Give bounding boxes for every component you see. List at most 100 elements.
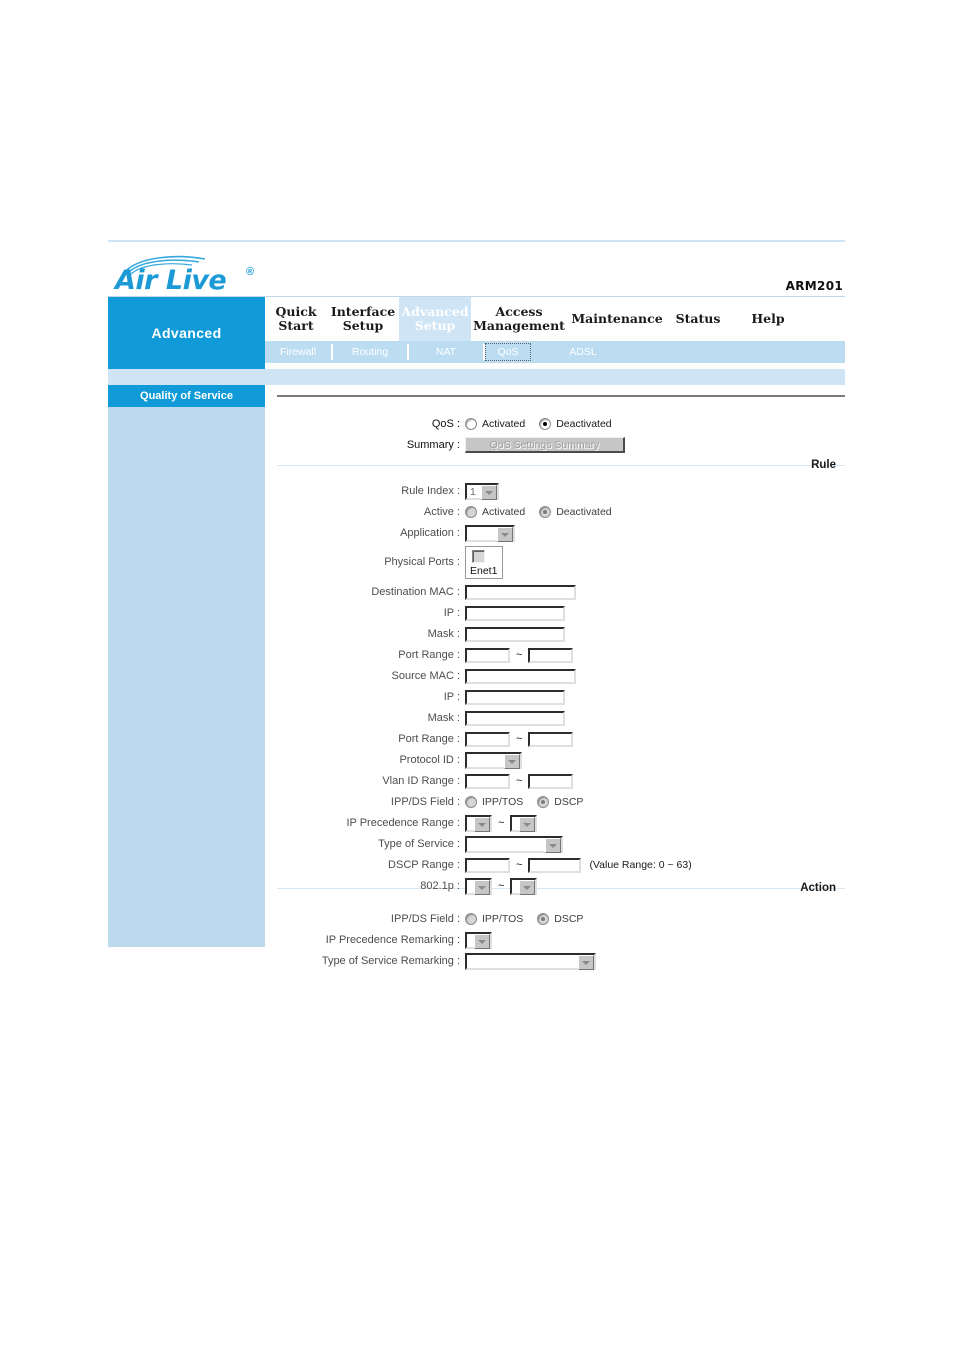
label-destination-mac: Destination MAC : [371,586,460,598]
label-physical-ports: Physical Ports : [384,556,460,568]
radio-qos-deactivated[interactable] [539,418,552,430]
row-rule-active: Active : Activated Deactivated [265,503,626,521]
source-ip-input[interactable] [465,689,565,705]
range-separator: ~ [516,775,523,787]
row-destination-mask: Mask : [265,625,565,643]
source-port-to-input[interactable] [528,731,574,747]
subtab-nat[interactable]: NAT [409,344,483,360]
tab-quick-start[interactable]: Quick Start [265,297,327,341]
subtab-routing[interactable]: Routing [333,344,407,360]
radio-action-ipptos[interactable] [465,913,477,925]
physical-ports-box: Enet1 [465,545,503,579]
ip-precedence-remarking-select[interactable] [465,931,492,949]
tab-maintenance[interactable]: Maintenance [567,297,667,341]
dscp-to-input[interactable] [528,857,582,873]
chevron-down-icon [519,816,536,832]
radio-active-activated[interactable] [465,506,477,518]
label-active: Active : [423,506,460,518]
tab-access-management[interactable]: Access Management [471,297,567,341]
label-application: Application : [400,527,460,539]
navigation-bar: Advanced Quick Start Interface Setup Adv… [108,297,845,385]
application-select[interactable] [465,524,515,542]
chevron-down-icon [474,933,490,949]
sidebar [108,385,265,947]
checkbox-enet1[interactable] [472,549,485,563]
label-source-mask: Mask : [427,712,460,724]
destination-port-from-input[interactable] [465,647,510,663]
radio-label-active-activated: Activated [482,506,526,518]
group-label-rule: Rule [811,459,836,471]
label-protocol-id: Protocol ID : [399,754,460,766]
group-label-action: Action [800,882,836,894]
radio-label-qos-activated: Activated [482,418,526,430]
p8021-from-select[interactable] [465,877,492,895]
source-mask-input[interactable] [465,710,565,726]
label-source-port-range: Port Range : [398,733,460,745]
chevron-down-icon [497,526,513,542]
type-of-service-remarking-value [467,955,594,956]
source-mac-input[interactable] [465,668,576,684]
radio-rule-dscp[interactable] [537,796,550,808]
row-physical-ports: Physical Ports : Enet1 [265,545,503,579]
subtab-adsl[interactable]: ADSL [553,344,613,360]
row-destination-mac: Destination MAC : [265,583,576,601]
tab-help[interactable]: Help [729,297,807,341]
sub-navigation: Firewall Routing NAT QoS ADSL [265,341,845,363]
subtab-qos[interactable]: QoS [485,343,531,361]
label-action-ippds-field: IPP/DS Field : [390,913,460,925]
range-separator: ~ [516,733,523,745]
label-destination-mask: Mask : [427,628,460,640]
range-separator: ~ [498,880,505,892]
row-rule-ippds-field: IPP/DS Field : IPP/TOS DSCP [265,793,597,811]
label-destination-port-range: Port Range : [398,649,460,661]
radio-active-deactivated[interactable] [539,506,552,518]
radio-label-active-deactivated: Deactivated [556,506,612,518]
type-of-service-select[interactable] [465,835,563,853]
radio-action-dscp[interactable] [537,913,550,925]
destination-ip-input[interactable] [465,605,565,621]
label-source-ip: IP : [443,691,460,703]
radio-rule-ipptos[interactable] [465,796,477,808]
radio-label-action-dscp: DSCP [554,913,584,925]
dscp-from-input[interactable] [465,857,510,873]
subtab-firewall[interactable]: Firewall [265,344,331,360]
radio-qos-activated[interactable] [465,418,477,430]
row-type-of-service-remarking: Type of Service Remarking : [265,952,596,970]
source-port-from-input[interactable] [465,731,510,747]
destination-mask-input[interactable] [465,626,565,642]
label-destination-ip: IP : [443,607,460,619]
qos-settings-summary-button[interactable]: QoS Settings Summary [465,437,625,453]
registered-mark-icon: ® [246,266,255,278]
tab-advanced-setup[interactable]: Advanced Setup [399,297,471,341]
protocol-id-select[interactable] [465,751,522,769]
ip-precedence-to-select[interactable] [510,814,538,832]
p8021-to-select[interactable] [510,877,538,895]
label-qos: QoS : [431,418,460,430]
tab-interface-setup[interactable]: Interface Setup [327,297,399,341]
page-body: Quality of Service Rule Action QoS : Act… [108,385,845,970]
ip-precedence-from-select[interactable] [465,814,492,832]
airlive-logo: Air Live ® [113,254,273,296]
chevron-down-icon [474,879,490,895]
label-rule-ippds-field: IPP/DS Field : [390,796,460,808]
tab-status[interactable]: Status [667,297,729,341]
row-protocol-id: Protocol ID : [265,751,522,769]
vlan-to-input[interactable] [528,773,574,789]
rule-index-select[interactable]: 1 [465,482,499,500]
section-title: Advanced [108,297,265,369]
label-ip-precedence-range: IP Precedence Range : [346,817,460,829]
main-tabs: Quick Start Interface Setup Advanced Set… [265,297,845,341]
radio-label-rule-dscp: DSCP [554,796,584,808]
destination-mac-input[interactable] [465,584,576,600]
row-rule-index: Rule Index : 1 [265,482,499,500]
row-ip-precedence-remarking: IP Precedence Remarking : [265,931,492,949]
vlan-from-input[interactable] [465,773,510,789]
dscp-range-hint: (Value Range: 0 ~ 63) [589,859,692,871]
destination-port-to-input[interactable] [528,647,574,663]
router-admin-page: Air Live ® ARM201 Advanced Quick Start I… [108,240,845,970]
type-of-service-remarking-select[interactable] [465,952,596,970]
row-source-ip: IP : [265,688,565,706]
page-root: Air Live ® ARM201 Advanced Quick Start I… [0,0,954,1350]
label-enet1: Enet1 [470,564,498,577]
model-number: ARM201 [785,279,843,293]
